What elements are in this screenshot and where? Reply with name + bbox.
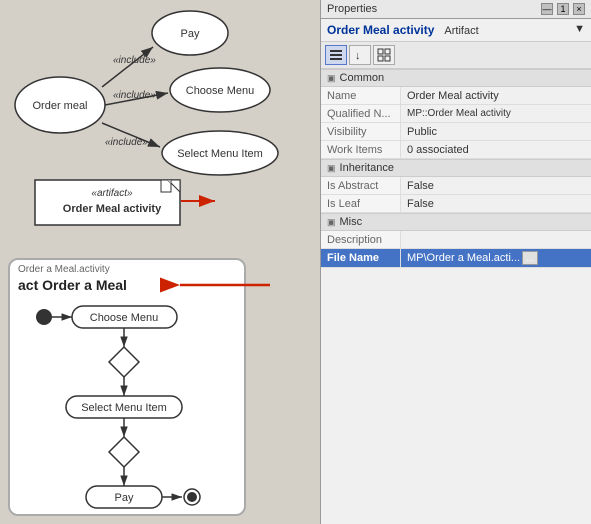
prop-value-workitems: 0 associated [401,141,591,158]
close-button[interactable]: × [573,3,585,15]
pay-label: Pay [181,28,200,40]
title-bar-icons: — 1 × [541,3,585,15]
toolbar-btn-sort[interactable]: ↓ [349,45,371,65]
prop-label-name: Name [321,87,401,104]
prop-label-visibility: Visibility [321,123,401,140]
toolbar-btn-properties[interactable] [325,45,347,65]
act-title: act Order a Meal [10,277,244,299]
prop-value-filename[interactable]: MP\Order a Meal.acti... ... [401,249,591,267]
header-subtitle-text: Artifact [444,25,478,37]
decision-node-1 [109,347,139,377]
minimize-button[interactable]: 1 [557,3,569,15]
artifact-name: Order Meal activity [63,203,162,215]
prop-label-workitems: Work Items [321,141,401,158]
prop-label-abstract: Is Abstract [321,177,401,194]
diagram-area: Order meal Pay Choose Menu Select Menu I… [0,0,320,524]
prop-row-visibility: Visibility Public [321,123,591,141]
choose-menu-node: Choose Menu [90,312,159,324]
section-common-toggle: ▣ [327,73,336,84]
prop-value-visibility[interactable]: Public [401,123,591,140]
initial-node [36,309,52,325]
prop-value-abstract[interactable]: False [401,177,591,194]
properties-icon [329,48,343,62]
filename-text: MP\Order a Meal.acti... [407,252,520,264]
sort-icon: ↓ [353,48,367,62]
properties-panel: Properties — 1 × Order Meal activity Art… [320,0,591,524]
prop-row-name: Name Order Meal activity [321,87,591,105]
select-menu-item-node: Select Menu Item [81,402,167,414]
prop-row-description: Description [321,231,591,249]
activity-flow-svg: Choose Menu Select Menu Item Pay [14,299,244,499]
activity-diagram-container: Order a Meal.activity act Order a Meal C… [8,258,246,516]
prop-value-description[interactable] [401,231,591,248]
section-common-label: Common [340,72,385,84]
properties-table: ▣ Common Name Order Meal activity Qualif… [321,69,591,524]
toolbar-btn-grid[interactable] [373,45,395,65]
section-inheritance-label: Inheritance [340,162,394,174]
prop-label-description: Description [321,231,401,248]
properties-header-title: Order Meal activity Artifact [327,23,479,37]
choose-menu-label: Choose Menu [186,85,255,97]
section-inheritance[interactable]: ▣ Inheritance [321,159,591,177]
prop-row-abstract: Is Abstract False [321,177,591,195]
activity-container-title: Order a Meal.activity [10,260,244,277]
prop-row-qualified: Qualified N... MP::Order Meal activity [321,105,591,123]
decision-node-2 [109,437,139,467]
actor-label: Order meal [32,100,87,112]
properties-header: Order Meal activity Artifact ▼ [321,19,591,42]
svg-text:↓: ↓ [355,50,361,62]
grid-icon [377,48,391,62]
include2-label: «include» [113,90,156,101]
prop-value-qualified: MP::Order Meal activity [401,105,591,122]
section-misc-label: Misc [340,216,363,228]
prop-row-leaf: Is Leaf False [321,195,591,213]
prop-label-leaf: Is Leaf [321,195,401,212]
section-misc[interactable]: ▣ Misc [321,213,591,231]
select-menu-item-label: Select Menu Item [177,148,263,160]
section-inheritance-toggle: ▣ [327,163,336,174]
properties-title-bar: Properties — 1 × [321,0,591,19]
pay-node: Pay [115,492,134,504]
prop-row-filename: File Name MP\Order a Meal.acti... ... [321,249,591,268]
section-misc-toggle: ▣ [327,217,336,228]
prop-label-filename: File Name [321,249,401,267]
include1-label: «include» [113,55,156,66]
artifact-stereotype: «artifact» [91,188,133,199]
use-case-diagram: Order meal Pay Choose Menu Select Menu I… [5,5,315,235]
properties-toolbar: ↓ [321,42,591,69]
prop-value-leaf[interactable]: False [401,195,591,212]
pin-button[interactable]: — [541,3,553,15]
filename-browse-btn[interactable]: ... [522,251,538,265]
prop-value-name[interactable]: Order Meal activity [401,87,591,104]
header-dropdown[interactable]: ▼ [574,23,585,35]
properties-title: Properties [327,3,377,15]
prop-row-workitems: Work Items 0 associated [321,141,591,159]
section-common[interactable]: ▣ Common [321,69,591,87]
prop-label-qualified: Qualified N... [321,105,401,122]
include3-label: «include» [105,137,148,148]
header-title-text: Order Meal activity [327,23,434,37]
